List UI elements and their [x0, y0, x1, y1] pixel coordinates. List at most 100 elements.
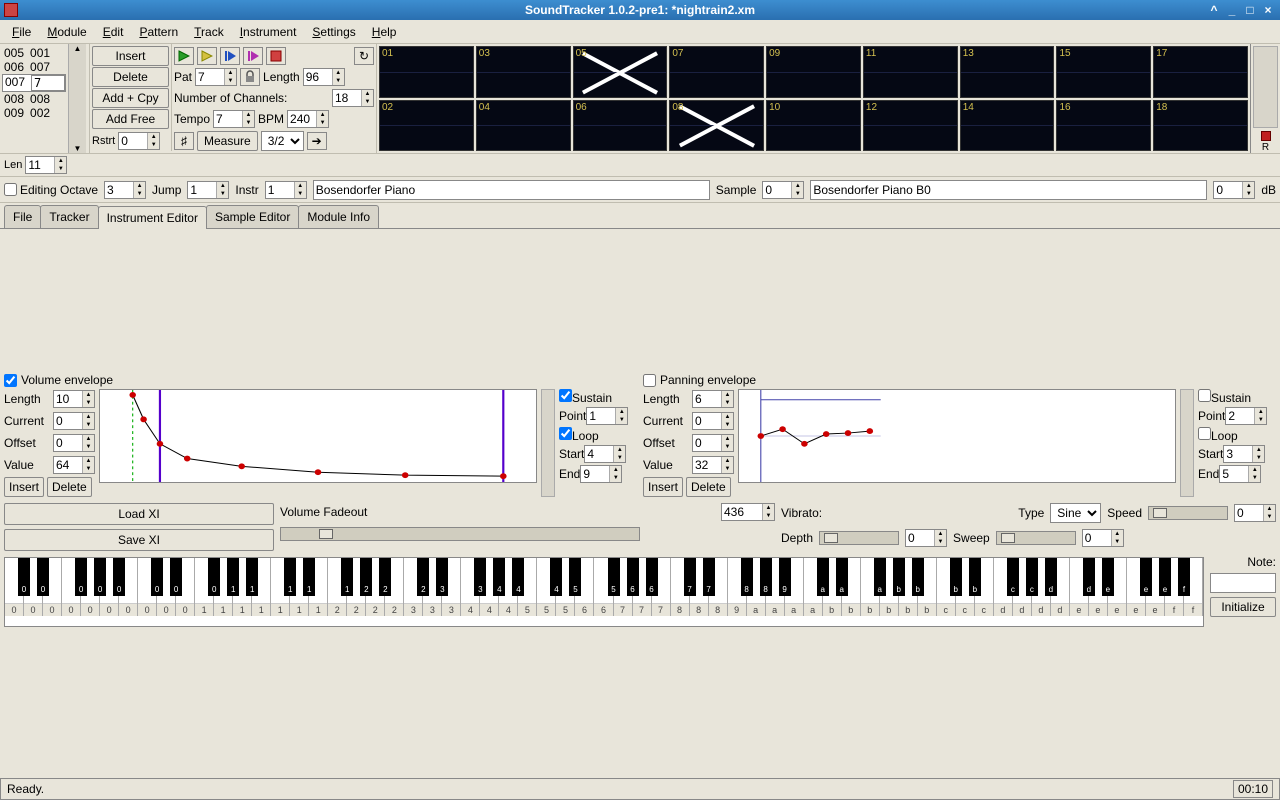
note-field[interactable]	[1210, 573, 1276, 593]
pan-sustain-point-spinner[interactable]: ▲▼	[1225, 407, 1267, 425]
white-key[interactable]: 1	[252, 558, 271, 616]
tempo-spinner[interactable]: ▲▼	[213, 110, 255, 128]
add-free-button[interactable]: Add Free	[92, 109, 169, 129]
save-xi-button[interactable]: Save XI	[4, 529, 274, 551]
maximize-icon[interactable]: □	[1242, 3, 1258, 17]
editing-octave-spinner[interactable]: ▲▼	[104, 181, 146, 199]
rollup-icon[interactable]: ^	[1206, 3, 1222, 17]
tab-sample-editor[interactable]: Sample Editor	[206, 205, 299, 228]
load-xi-button[interactable]: Load XI	[4, 503, 274, 525]
scope-03[interactable]: 03	[476, 46, 571, 98]
white-key[interactable]: 8	[671, 558, 690, 616]
white-key[interactable]: 2	[385, 558, 404, 616]
order-pat-input[interactable]	[31, 75, 65, 91]
white-key[interactable]: 4	[461, 558, 480, 616]
menu-help[interactable]: Help	[364, 23, 405, 41]
white-key[interactable]: e	[1089, 558, 1108, 616]
keyboard[interactable]: 000000000011111112222333444555667778889a…	[4, 557, 1204, 627]
white-key[interactable]: 0	[119, 558, 138, 616]
scope-12[interactable]: 12	[863, 100, 958, 152]
jump-spinner[interactable]: ▲▼	[187, 181, 229, 199]
db-spinner[interactable]: ▲▼	[1213, 181, 1255, 199]
stop-icon[interactable]	[266, 47, 286, 65]
white-key[interactable]: c	[956, 558, 975, 616]
close-icon[interactable]: ×	[1260, 3, 1276, 17]
white-key[interactable]: a	[766, 558, 785, 616]
scope-07[interactable]: 07	[669, 46, 764, 98]
sharp-icon[interactable]: ♯	[174, 132, 194, 150]
white-key[interactable]: 3	[423, 558, 442, 616]
order-row[interactable]: 009002	[2, 106, 66, 120]
measure-button[interactable]: Measure	[197, 131, 258, 151]
lock-icon[interactable]	[240, 68, 260, 86]
vol-value-spinner[interactable]: ▲▼	[53, 456, 95, 474]
white-key[interactable]: d	[1032, 558, 1051, 616]
pan-sustain-check[interactable]	[1198, 389, 1211, 402]
len-spinner[interactable]: ▲▼	[25, 156, 67, 174]
white-key[interactable]: d	[994, 558, 1013, 616]
play-song-icon[interactable]	[174, 47, 194, 65]
white-key[interactable]: 7	[652, 558, 671, 616]
tab-file[interactable]: File	[4, 205, 41, 228]
length-spinner[interactable]: ▲▼	[303, 68, 345, 86]
scope-01[interactable]: 01	[379, 46, 474, 98]
scope-11[interactable]: 11	[863, 46, 958, 98]
scope-14[interactable]: 14	[960, 100, 1055, 152]
scroll-up-icon[interactable]: ▲	[74, 44, 82, 53]
white-key[interactable]: 7	[614, 558, 633, 616]
vol-insert-button[interactable]: Insert	[4, 477, 44, 497]
pan-env-check[interactable]	[643, 374, 656, 387]
scope-10[interactable]: 10	[766, 100, 861, 152]
white-key[interactable]: e	[1070, 558, 1089, 616]
white-key[interactable]: d	[1013, 558, 1032, 616]
white-key[interactable]: e	[1127, 558, 1146, 616]
white-key[interactable]: b	[861, 558, 880, 616]
sample-name-field[interactable]	[810, 180, 1207, 200]
menu-track[interactable]: Track	[186, 23, 232, 41]
white-key[interactable]: 4	[480, 558, 499, 616]
add-copy-button[interactable]: Add + Cpy	[92, 88, 169, 108]
white-key[interactable]: 1	[214, 558, 233, 616]
white-key[interactable]: 0	[81, 558, 100, 616]
sweep-spinner[interactable]: ▲▼	[1082, 529, 1124, 547]
depth-slider[interactable]	[819, 531, 899, 545]
editing-octave-check[interactable]	[4, 183, 17, 196]
white-key[interactable]: c	[937, 558, 956, 616]
menu-settings[interactable]: Settings	[304, 23, 363, 41]
order-row[interactable]: 006007	[2, 60, 66, 74]
vol-env-graph[interactable]	[99, 389, 537, 483]
play-loop-icon[interactable]	[243, 47, 263, 65]
measure-select[interactable]: 3/2	[261, 131, 304, 151]
white-key[interactable]: 2	[328, 558, 347, 616]
vol-env-check[interactable]	[4, 374, 17, 387]
vol-offset-spinner[interactable]: ▲▼	[53, 434, 95, 452]
white-key[interactable]: 0	[100, 558, 119, 616]
white-key[interactable]: d	[1051, 558, 1070, 616]
pan-offset-spinner[interactable]: ▲▼	[692, 434, 734, 452]
white-key[interactable]: 5	[537, 558, 556, 616]
scope-02[interactable]: 02	[379, 100, 474, 152]
rstrt-spinner[interactable]: ▲▼	[118, 132, 160, 150]
white-key[interactable]: 0	[138, 558, 157, 616]
vol-scroll[interactable]	[541, 389, 555, 497]
vol-loop-start-spinner[interactable]: ▲▼	[584, 445, 626, 463]
scope-18[interactable]: 18	[1153, 100, 1248, 152]
white-key[interactable]: 0	[24, 558, 43, 616]
scope-08[interactable]: 08	[669, 100, 764, 152]
vibrato-type-select[interactable]: Sine	[1050, 503, 1101, 523]
fadeout-spinner[interactable]: ▲▼	[721, 503, 775, 521]
pan-env-graph[interactable]	[738, 389, 1176, 483]
menu-instrument[interactable]: Instrument	[232, 23, 305, 41]
vol-loop-end-spinner[interactable]: ▲▼	[580, 465, 622, 483]
vol-current-spinner[interactable]: ▲▼	[53, 412, 95, 430]
vol-sustain-check[interactable]	[559, 389, 572, 402]
white-key[interactable]: f	[1184, 558, 1203, 616]
bpm-spinner[interactable]: ▲▼	[287, 110, 329, 128]
record-icon[interactable]	[1261, 131, 1271, 141]
white-key[interactable]: c	[975, 558, 994, 616]
vol-loop-check[interactable]	[559, 427, 572, 440]
tab-instrument-editor[interactable]: Instrument Editor	[98, 206, 207, 229]
white-key[interactable]: b	[918, 558, 937, 616]
white-key[interactable]: e	[1108, 558, 1127, 616]
play-pattern-icon[interactable]	[197, 47, 217, 65]
